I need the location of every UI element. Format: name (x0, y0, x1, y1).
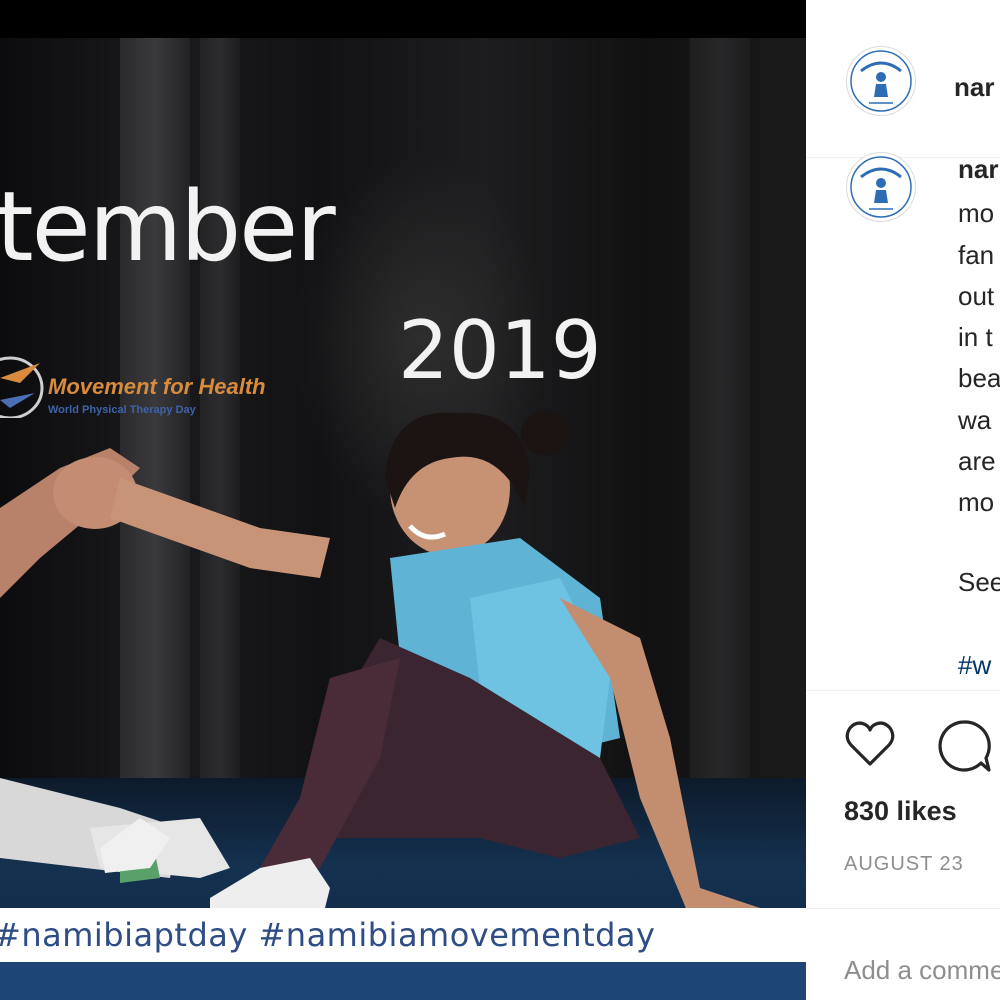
post-photo[interactable]: tember 2019 Movement for Health World Ph… (0, 38, 806, 1000)
logo-subtitle: World Physical Therapy Day (48, 404, 196, 416)
caption-line: bea (958, 363, 1000, 393)
caption-line: mo (958, 487, 995, 517)
caption-line: mo (958, 198, 995, 228)
caption-line: in t (958, 322, 993, 352)
comment-bubble-icon[interactable] (934, 716, 994, 776)
image-hashtags-text: namibiaptday #namibiamovementday (21, 916, 656, 954)
comment-divider (806, 908, 1000, 909)
caption-avatar[interactable] (846, 152, 916, 222)
caption-line: out (958, 281, 995, 311)
likes-count[interactable]: 830 likes (844, 796, 957, 827)
heart-icon[interactable] (842, 716, 898, 772)
actions-divider (806, 690, 1000, 691)
avatar[interactable] (846, 46, 916, 116)
image-bottom-strip (0, 962, 806, 1000)
caption-username[interactable]: nar (958, 154, 998, 185)
physiotherapy-logo-icon (850, 50, 912, 112)
caption-line: fan (958, 240, 995, 270)
logo-title: Movement for Health (48, 374, 266, 399)
caption-line: are (958, 446, 996, 476)
caption-hashtag-link[interactable]: #w (958, 650, 991, 681)
post-image-frame: tember 2019 Movement for Health World Ph… (0, 0, 806, 1000)
post-sidebar: nar nar mo fan out in t bea wa are mo Se… (806, 0, 1000, 1000)
add-comment-input[interactable] (844, 950, 1000, 990)
header-username[interactable]: nar (954, 72, 994, 103)
month-text: tember (0, 171, 336, 283)
physiotherapy-logo-icon (850, 156, 912, 218)
see-translation-link[interactable]: See (958, 567, 1000, 598)
year-text: 2019 (398, 304, 602, 397)
image-hashtags: #namibiaptday #namibiamovementday (0, 916, 655, 954)
caption-line: wa (958, 405, 992, 435)
post-date[interactable]: AUGUST 23 (844, 853, 964, 876)
